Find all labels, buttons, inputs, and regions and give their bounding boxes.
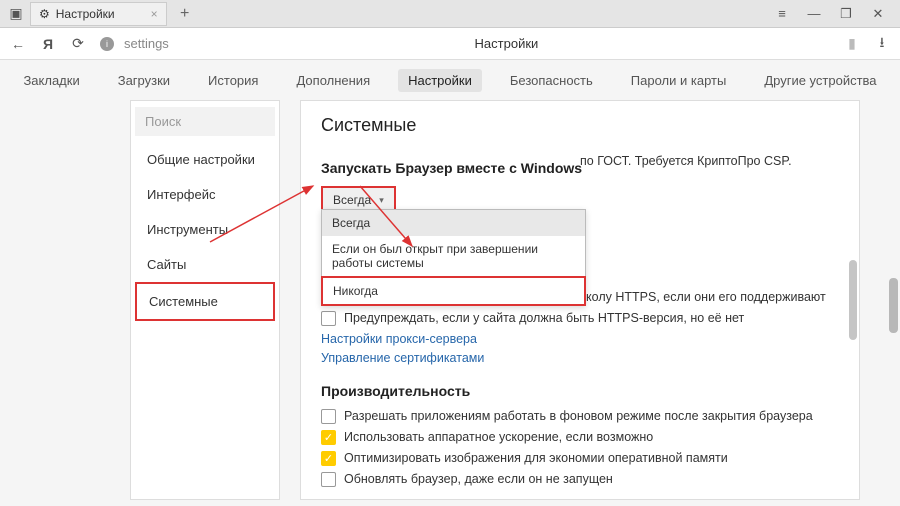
chevron-down-icon: ▾ <box>379 195 384 206</box>
back-button[interactable]: ← <box>10 36 26 52</box>
certificates-link[interactable]: Управление сертификатами <box>321 351 839 365</box>
sidebar-item-system[interactable]: Системные <box>135 282 275 321</box>
nav-security[interactable]: Безопасность <box>500 69 603 92</box>
settings-nav: Закладки Загрузки История Дополнения Нас… <box>0 60 900 100</box>
check-label: Обновлять браузер, даже если он не запущ… <box>344 472 613 486</box>
menu-icon[interactable]: ≡ <box>774 6 790 22</box>
ya-button[interactable]: Я <box>40 36 56 52</box>
close-icon[interactable]: ✕ <box>870 6 886 22</box>
nav-devices[interactable]: Другие устройства <box>754 69 886 92</box>
startup-select-label: Всегда <box>333 193 371 207</box>
new-tab-button[interactable]: + <box>173 2 197 26</box>
window-controls: ≡ — ❐ ✕ <box>774 6 900 22</box>
sidebar: Поиск Общие настройки Интерфейс Инструме… <box>130 100 280 500</box>
browser-tab[interactable]: ⚙ Настройки × <box>30 2 167 26</box>
nav-passwords[interactable]: Пароли и карты <box>621 69 737 92</box>
startup-dropdown: Всегда Если он был открыт при завершении… <box>321 209 586 306</box>
checkbox[interactable] <box>321 311 336 326</box>
check-https-warn[interactable]: Предупреждать, если у сайта должна быть … <box>321 311 839 326</box>
nav-settings[interactable]: Настройки <box>398 69 482 92</box>
address-text: settings <box>124 36 169 51</box>
download-icon[interactable]: ⭳ <box>874 32 890 56</box>
minimize-icon[interactable]: — <box>806 6 822 22</box>
tab-close-icon[interactable]: × <box>151 7 158 21</box>
panel-scrollbar[interactable] <box>849 260 857 340</box>
check-label: Оптимизировать изображения для экономии … <box>344 451 728 465</box>
checkbox[interactable]: ✓ <box>321 451 336 466</box>
option-if-open[interactable]: Если он был открыт при завершении работы… <box>322 236 585 276</box>
titlebar: ▣ ⚙ Настройки × + ≡ — ❐ ✕ <box>0 0 900 28</box>
check-hwaccel[interactable]: ✓ Использовать аппаратное ускорение, есл… <box>321 430 839 445</box>
reload-button[interactable]: ⟳ <box>70 35 86 52</box>
proxy-settings-link[interactable]: Настройки прокси-сервера <box>321 332 839 346</box>
gost-text: по ГОСТ. Требуется КриптоПро CSP. <box>580 154 792 168</box>
panel-icon[interactable]: ▣ <box>8 5 24 22</box>
option-never[interactable]: Никогда <box>321 276 586 306</box>
nav-bookmarks[interactable]: Закладки <box>13 69 89 92</box>
sidebar-item-tools[interactable]: Инструменты <box>135 212 275 247</box>
check-label: Разрешать приложениям работать в фоновом… <box>344 409 813 423</box>
address-title: Настройки <box>475 36 539 51</box>
tab-title: Настройки <box>56 7 115 21</box>
option-always[interactable]: Всегда <box>322 210 585 236</box>
checkbox[interactable]: ✓ <box>321 430 336 445</box>
sidebar-item-sites[interactable]: Сайты <box>135 247 275 282</box>
toolbar: ← Я ⟳ i settings Настройки ▮ ⭳ <box>0 28 900 60</box>
check-background[interactable]: Разрешать приложениям работать в фоновом… <box>321 409 839 424</box>
check-label: Предупреждать, если у сайта должна быть … <box>344 311 744 325</box>
main-title: Системные <box>321 115 839 136</box>
sidebar-item-interface[interactable]: Интерфейс <box>135 177 275 212</box>
sidebar-search[interactable]: Поиск <box>135 107 275 136</box>
check-label: Использовать аппаратное ускорение, если … <box>344 430 653 444</box>
address-bar[interactable]: i settings Настройки ▮ <box>100 35 860 52</box>
nav-addons[interactable]: Дополнения <box>286 69 380 92</box>
sidebar-item-general[interactable]: Общие настройки <box>135 142 275 177</box>
gear-icon: ⚙ <box>39 7 50 21</box>
performance-heading: Производительность <box>321 383 839 399</box>
nav-history[interactable]: История <box>198 69 268 92</box>
check-optimize-images[interactable]: ✓ Оптимизировать изображения для экономи… <box>321 451 839 466</box>
nav-downloads[interactable]: Загрузки <box>108 69 180 92</box>
checkbox[interactable] <box>321 409 336 424</box>
maximize-icon[interactable]: ❐ <box>838 6 854 22</box>
clear-history-link[interactable]: Очистить историю <box>321 499 839 500</box>
bookmark-icon[interactable]: ▮ <box>844 35 860 52</box>
page-scrollbar[interactable] <box>889 278 898 333</box>
site-info-icon[interactable]: i <box>100 37 114 51</box>
check-update-bg[interactable]: Обновлять браузер, даже если он не запущ… <box>321 472 839 487</box>
checkbox[interactable] <box>321 472 336 487</box>
